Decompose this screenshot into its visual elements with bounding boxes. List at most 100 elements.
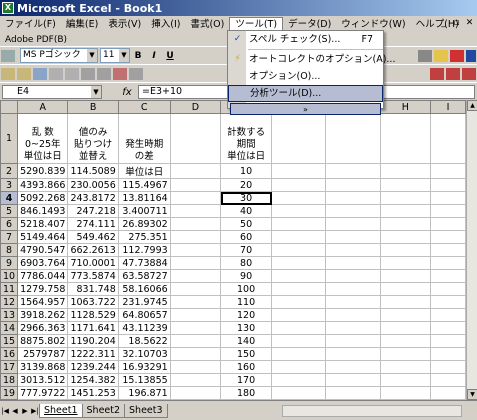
cell-g19[interactable] xyxy=(325,386,381,400)
sort-icon[interactable] xyxy=(1,49,15,62)
cell-f5[interactable] xyxy=(271,204,327,218)
menu-format[interactable]: 書式(O) xyxy=(185,17,229,32)
horizontal-scrollbar[interactable] xyxy=(282,405,462,417)
cell-a16[interactable]: 2579787 xyxy=(17,347,69,361)
font-color-icon[interactable] xyxy=(450,49,464,62)
cell-h18[interactable] xyxy=(379,373,432,387)
cell-b1[interactable]: 値のみ 貼りつけ 並替え xyxy=(67,113,119,164)
cell-h13[interactable] xyxy=(379,308,432,322)
column-header-h[interactable]: H xyxy=(379,100,432,114)
menu-expand-chevron-icon[interactable]: » xyxy=(230,103,381,115)
cell-b8[interactable]: 662.2613 xyxy=(67,243,119,257)
cell-h17[interactable] xyxy=(379,360,432,374)
row-header[interactable]: 7 xyxy=(0,230,19,244)
preview-icon[interactable] xyxy=(65,67,79,80)
cell-c5[interactable]: 3.400711 xyxy=(117,204,171,218)
toolbar-options-icon[interactable] xyxy=(466,49,476,62)
menu-item-analysis-tools[interactable]: 分析ツール(D)... xyxy=(228,85,383,102)
cell-a4[interactable]: 5092.268 xyxy=(17,191,69,205)
open-icon[interactable] xyxy=(17,67,31,80)
cell-g8[interactable] xyxy=(325,243,381,257)
font-name-select[interactable]: MS Pゴシック ▼ xyxy=(20,48,98,63)
cell-b4[interactable]: 243.8172 xyxy=(67,191,119,205)
cell-i15[interactable] xyxy=(430,334,466,348)
undo-icon[interactable] xyxy=(129,67,143,80)
cell-b17[interactable]: 1239.244 xyxy=(67,360,119,374)
cell-a19[interactable]: 777.9722 xyxy=(17,386,69,400)
cell-d10[interactable] xyxy=(169,269,222,283)
cell-b15[interactable]: 1190.204 xyxy=(67,334,119,348)
cell-i4[interactable] xyxy=(430,191,466,205)
cell-b2[interactable]: 114.5089 xyxy=(67,163,119,179)
cell-g12[interactable] xyxy=(325,295,381,309)
row-header[interactable]: 4 xyxy=(0,191,19,205)
cell-g3[interactable] xyxy=(325,178,381,192)
cell-a1[interactable]: 乱 数 0~25年 単位は日 xyxy=(17,113,69,164)
cell-i12[interactable] xyxy=(430,295,466,309)
cell-a15[interactable]: 8875.802 xyxy=(17,334,69,348)
cell-f7[interactable] xyxy=(271,230,327,244)
copy-icon[interactable] xyxy=(97,67,111,80)
cell-a9[interactable]: 6903.764 xyxy=(17,256,69,270)
cell-i2[interactable] xyxy=(430,163,466,179)
cell-h16[interactable] xyxy=(379,347,432,361)
cell-e14[interactable]: 130 xyxy=(220,321,273,335)
cell-c12[interactable]: 231.9745 xyxy=(117,295,171,309)
cell-i16[interactable] xyxy=(430,347,466,361)
scroll-up-icon[interactable]: ▲ xyxy=(467,100,477,111)
cell-i9[interactable] xyxy=(430,256,466,270)
cell-i13[interactable] xyxy=(430,308,466,322)
cell-g2[interactable] xyxy=(325,163,381,179)
cell-a7[interactable]: 5149.464 xyxy=(17,230,69,244)
underline-button[interactable]: U xyxy=(163,49,177,63)
cell-b12[interactable]: 1063.722 xyxy=(67,295,119,309)
cell-a11[interactable]: 1279.758 xyxy=(17,282,69,296)
minimize-icon[interactable]: _ xyxy=(438,18,449,29)
cell-c15[interactable]: 18.5622 xyxy=(117,334,171,348)
cell-b18[interactable]: 1254.382 xyxy=(67,373,119,387)
cell-g10[interactable] xyxy=(325,269,381,283)
cell-h1[interactable] xyxy=(379,113,432,164)
cell-i5[interactable] xyxy=(430,204,466,218)
menu-item-options[interactable]: オプション(O)... xyxy=(228,68,383,85)
cell-d4[interactable] xyxy=(169,191,222,205)
new-icon[interactable] xyxy=(1,67,15,80)
cell-i1[interactable] xyxy=(430,113,466,164)
cell-e4[interactable]: 30 xyxy=(220,191,273,205)
cell-a17[interactable]: 3139.868 xyxy=(17,360,69,374)
row-header[interactable]: 14 xyxy=(0,321,19,335)
cell-d17[interactable] xyxy=(169,360,222,374)
cell-c9[interactable]: 47.73884 xyxy=(117,256,171,270)
row-header[interactable]: 6 xyxy=(0,217,19,231)
bold-button[interactable]: B xyxy=(131,49,145,63)
cell-d1[interactable] xyxy=(169,113,222,164)
cell-c4[interactable]: 13.81164 xyxy=(117,191,171,205)
column-header-i[interactable]: I xyxy=(430,100,466,114)
cell-e12[interactable]: 110 xyxy=(220,295,273,309)
vertical-scrollbar[interactable]: ▲ ▼ xyxy=(466,100,477,400)
row-header[interactable]: 12 xyxy=(0,295,19,309)
cell-f15[interactable] xyxy=(271,334,327,348)
column-header-b[interactable]: B xyxy=(67,100,119,114)
cell-c8[interactable]: 112.7993 xyxy=(117,243,171,257)
cell-f6[interactable] xyxy=(271,217,327,231)
cell-c17[interactable]: 16.93291 xyxy=(117,360,171,374)
cell-e11[interactable]: 100 xyxy=(220,282,273,296)
sheet-tab-1[interactable]: Sheet1 xyxy=(39,403,83,418)
cell-g7[interactable] xyxy=(325,230,381,244)
column-header-c[interactable]: C xyxy=(117,100,171,114)
cell-d8[interactable] xyxy=(169,243,222,257)
cell-d13[interactable] xyxy=(169,308,222,322)
cell-b10[interactable]: 773.5874 xyxy=(67,269,119,283)
row-header[interactable]: 10 xyxy=(0,269,19,283)
cell-g5[interactable] xyxy=(325,204,381,218)
cell-h6[interactable] xyxy=(379,217,432,231)
name-box[interactable]: E4 ▼ xyxy=(2,85,102,99)
cell-f11[interactable] xyxy=(271,282,327,296)
cell-f16[interactable] xyxy=(271,347,327,361)
cell-c16[interactable]: 32.10703 xyxy=(117,347,171,361)
menu-item-autocorrect[interactable]: ⚡ オートコレクトのオプション(A)... xyxy=(228,51,395,68)
cell-i19[interactable] xyxy=(430,386,466,400)
fill-color-icon[interactable] xyxy=(434,49,448,62)
cell-f4[interactable] xyxy=(271,191,327,205)
